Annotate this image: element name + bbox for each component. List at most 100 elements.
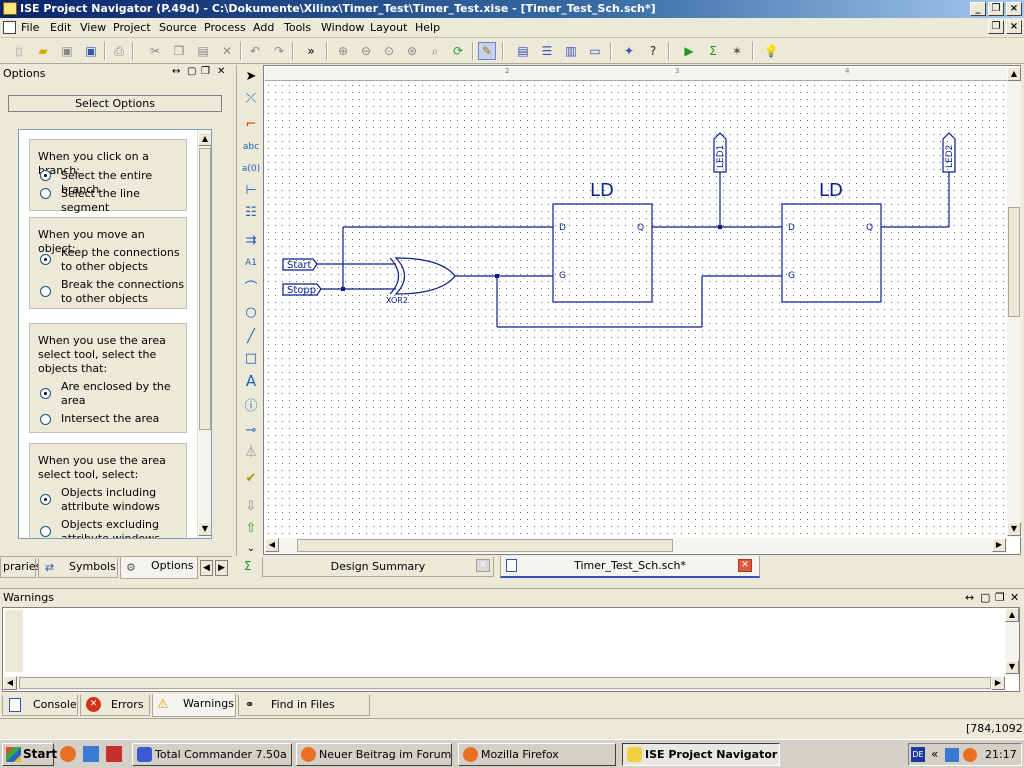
hierarchy-push-icon[interactable]: ⊸ [241, 421, 261, 441]
scroll-left-icon[interactable]: ◀ [265, 538, 279, 552]
start-button[interactable]: Start [2, 743, 57, 766]
print-icon[interactable]: ⎙ [110, 42, 128, 60]
radio-enclosed-by-area[interactable] [40, 388, 51, 399]
sigma-icon[interactable]: Σ [704, 42, 722, 60]
zoom-out-icon[interactable]: ⊖ [357, 42, 375, 60]
menu-add[interactable]: Add [253, 21, 274, 34]
tab-find-in-files[interactable]: Find in Files Results [238, 695, 370, 731]
arc-icon[interactable]: ⌒ [241, 279, 261, 299]
more-tools-icon[interactable]: » [302, 42, 320, 60]
undo-icon[interactable]: ↶ [246, 42, 264, 60]
pan-tool-icon[interactable]: ✎ [478, 42, 496, 60]
menu-layout[interactable]: Layout [370, 21, 407, 34]
firefox-tray-icon[interactable] [963, 748, 977, 762]
settings-wrench-icon[interactable]: ✦ [620, 42, 638, 60]
warnings-list[interactable]: ▲ ▼ ◀ ▶ [2, 607, 1020, 692]
cascade-icon[interactable]: ▤ [514, 42, 532, 60]
help-query-icon[interactable]: ? [644, 42, 662, 60]
app-quicklaunch-icon[interactable] [106, 746, 122, 762]
radio-select-entire-branch[interactable] [40, 170, 51, 181]
radio-break-connections[interactable] [40, 286, 51, 297]
minimize-button[interactable]: _ [970, 2, 986, 16]
radio-keep-connections[interactable] [40, 254, 51, 265]
select-arrow-icon[interactable]: ➤ [241, 67, 261, 87]
zoom-selection-icon[interactable]: ⊛ [403, 42, 421, 60]
scroll-thumb[interactable] [297, 539, 673, 552]
io-marker-icon[interactable]: ⇉ [241, 231, 261, 251]
tab-design-summary[interactable]: Design Summary [262, 557, 494, 577]
scroll-up-icon[interactable]: ▲ [1007, 67, 1021, 81]
close-tab-icon[interactable]: ✕ [476, 559, 490, 572]
radio-intersect-area[interactable] [40, 414, 51, 425]
cut-icon[interactable]: ✂ [146, 42, 164, 60]
save-icon[interactable]: ▣ [58, 42, 76, 60]
add-wire-icon[interactable]: ⌐ [241, 115, 261, 135]
radio-select-line-segment[interactable] [40, 188, 51, 199]
text-icon[interactable]: A [241, 371, 261, 391]
rectangle-icon[interactable]: □ [241, 349, 261, 369]
scroll-thumb[interactable] [199, 148, 211, 430]
scroll-thumb[interactable] [1008, 207, 1020, 317]
net-name-icon[interactable]: abc [241, 137, 261, 157]
menu-source[interactable]: Source [159, 21, 197, 34]
circle-icon[interactable]: ○ [241, 303, 261, 323]
language-indicator[interactable]: DE [911, 747, 925, 762]
network-tray-icon[interactable] [945, 748, 959, 762]
paste-icon[interactable]: ▤ [194, 42, 212, 60]
canvas-vertical-scrollbar[interactable]: ▲ ▼ [1007, 67, 1021, 537]
float-window-icon[interactable]: ▭ [586, 42, 604, 60]
probe-icon[interactable]: ✶ [728, 42, 746, 60]
network-quicklaunch-icon[interactable] [83, 746, 99, 762]
tab-libraries[interactable]: praries [0, 558, 41, 578]
menu-process[interactable]: Process [204, 21, 246, 34]
scroll-right-icon[interactable]: ▶ [991, 676, 1005, 690]
delete-icon[interactable]: ✕ [218, 42, 236, 60]
close-button[interactable]: × [1006, 2, 1022, 16]
menu-help[interactable]: Help [415, 21, 440, 34]
menu-file[interactable]: File [21, 21, 39, 34]
panel-dock-icon[interactable]: ↔ [172, 66, 180, 78]
maximize-button[interactable]: ❐ [988, 2, 1004, 16]
attribute-icon[interactable]: A1 [241, 253, 261, 273]
line-icon[interactable]: ╱ [241, 327, 261, 347]
menu-tools[interactable]: Tools [284, 21, 311, 34]
copy-icon[interactable]: ❐ [170, 42, 188, 60]
tile-horizontal-icon[interactable]: ☰ [538, 42, 556, 60]
info-icon[interactable]: ⓘ [241, 397, 261, 417]
add-net-icon[interactable]: ⤫ [241, 89, 261, 109]
menu-view[interactable]: View [80, 21, 106, 34]
save-all-icon[interactable]: ▣ [82, 42, 100, 60]
schematic-sheet[interactable]: Start Stopp XOR2 LD LD D Q G D Q G LED1 … [265, 82, 1007, 536]
zoom-full-icon[interactable]: ⊙ [380, 42, 398, 60]
scroll-down-icon[interactable]: ▼ [1005, 660, 1019, 674]
panel-dock-icon[interactable]: ↔ [965, 589, 974, 607]
panel-close-icon[interactable]: ✕ [217, 66, 225, 78]
zoom-window-icon[interactable]: ⌕ [426, 42, 444, 60]
tab-scroll-left-icon[interactable]: ◀ [200, 560, 213, 576]
panel-restore-icon[interactable]: ❐ [995, 589, 1005, 607]
warnings-horizontal-scrollbar[interactable]: ◀ ▶ [3, 676, 1005, 690]
lightbulb-icon[interactable]: 💡 [762, 42, 780, 60]
redo-icon[interactable]: ↷ [270, 42, 288, 60]
options-scrollbar[interactable]: ▲ ▼ [197, 130, 211, 538]
task-forum-post[interactable]: Neuer Beitrag im Forum ... [296, 743, 452, 766]
task-ise-project-navigator[interactable]: ISE Project Navigator ... [622, 743, 780, 766]
doc-restore-button[interactable]: ❐ [988, 20, 1004, 34]
tab-schematic[interactable]: Timer_Test_Sch.sch* [500, 556, 760, 578]
zoom-in-icon[interactable]: ⊕ [334, 42, 352, 60]
scroll-right-icon[interactable]: ▶ [992, 538, 1006, 552]
open-folder-icon[interactable]: ▰ [34, 42, 52, 60]
bus-tap-icon[interactable]: a(0) [241, 159, 261, 179]
push-up-icon[interactable]: ⇧ [241, 519, 261, 539]
menu-project[interactable]: Project [113, 21, 151, 34]
firefox-quicklaunch-icon[interactable] [60, 746, 76, 762]
tile-vertical-icon[interactable]: ▥ [562, 42, 580, 60]
check-schematic-icon[interactable]: ✔ [241, 469, 261, 489]
menu-window[interactable]: Window [321, 21, 364, 34]
new-file-icon[interactable]: ▯ [10, 42, 28, 60]
scroll-thumb[interactable] [19, 677, 991, 689]
task-total-commander[interactable]: Total Commander 7.50a ... [132, 743, 292, 766]
tab-scroll-right-icon[interactable]: ▶ [215, 560, 228, 576]
panel-float-icon[interactable]: ▢ [980, 589, 990, 607]
refresh-icon[interactable]: ⟳ [449, 42, 467, 60]
